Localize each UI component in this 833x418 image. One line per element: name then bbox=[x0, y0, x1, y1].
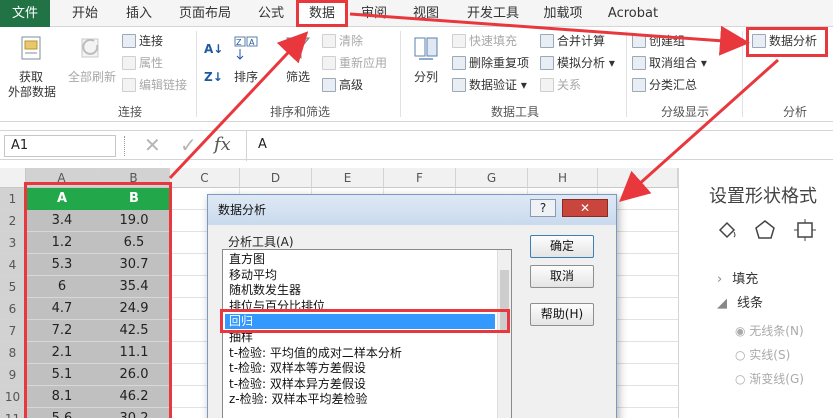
arrow-range-to-tab bbox=[168, 31, 309, 180]
arrow-analysis-to-dialog bbox=[619, 58, 779, 202]
excel-window: 文件 开始 插入 页面布局 公式 数据 审阅 视图 开发工具 加载项 Acrobat 获取 外部数据… bbox=[0, 0, 833, 418]
annotation-arrows bbox=[168, 12, 779, 202]
arrow-tab-to-analysis bbox=[349, 12, 750, 56]
